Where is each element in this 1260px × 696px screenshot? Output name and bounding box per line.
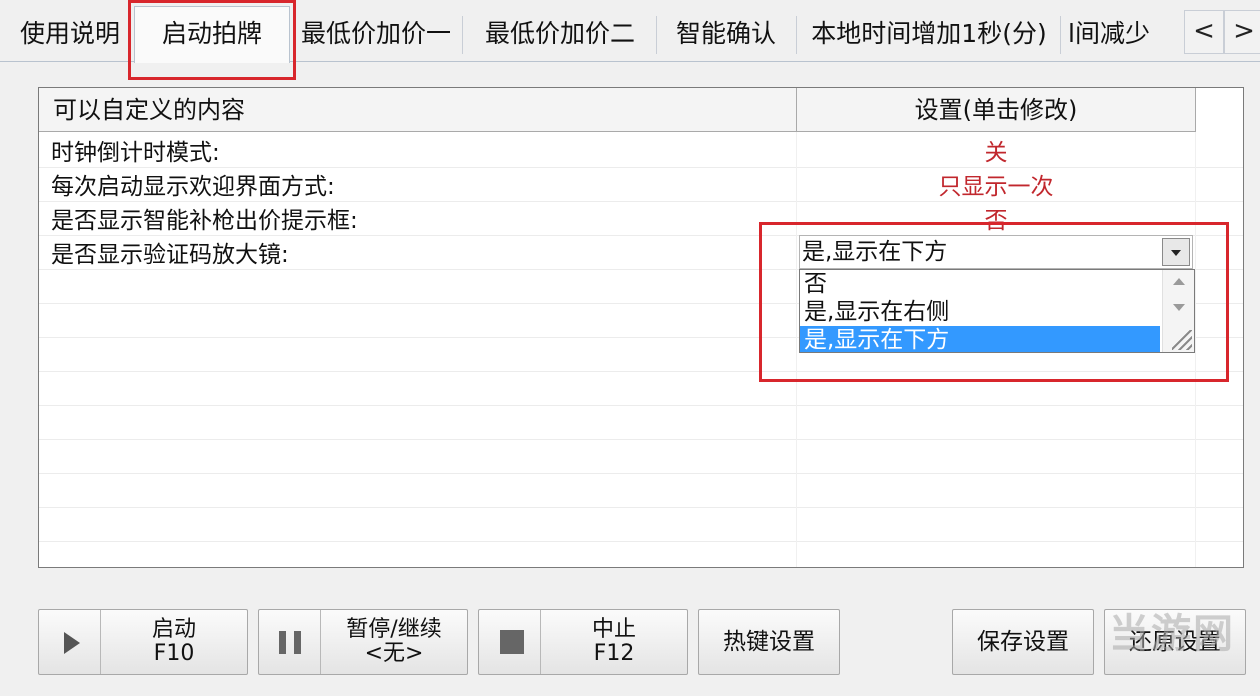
grid-line — [39, 439, 1243, 440]
tab-divider — [462, 16, 463, 54]
tab-divider — [796, 16, 797, 54]
resize-grip-icon[interactable] — [1172, 330, 1192, 350]
tab-local-time-add-second[interactable]: 本地时间增加1秒(分) — [806, 12, 1052, 56]
tab-smart-confirm[interactable]: 智能确认 — [664, 12, 788, 56]
scroll-up-icon[interactable] — [1173, 278, 1185, 285]
tab-time-decrease[interactable]: l间减少 — [1068, 12, 1168, 56]
button-icon-area — [39, 610, 101, 674]
setting-label-captcha-magnifier: 是否显示验证码放大镜: — [51, 242, 289, 268]
grid-line — [39, 541, 1243, 542]
dropdown-option-show-below[interactable]: 是,显示在下方 — [800, 326, 1160, 352]
settings-grid: 可以自定义的内容 设置(单击修改) 时钟倒计时模式: 关 每次启动显示欢迎界面方… — [38, 87, 1244, 568]
combobox-value: 是,显示在下方 — [802, 239, 948, 265]
column-divider[interactable] — [1195, 88, 1196, 132]
chevron-left-icon: < — [1193, 16, 1215, 46]
grid-line — [39, 507, 1243, 508]
grid-line — [39, 405, 1243, 406]
tab-min-price-increase-2[interactable]: 最低价加价二 — [472, 12, 648, 56]
start-button-label: 启动 F10 — [101, 618, 247, 666]
stop-button-text: 中止 — [591, 617, 636, 642]
tab-divider — [656, 16, 657, 54]
combobox-dropdown-list[interactable]: 否 是,显示在右侧 是,显示在下方 — [799, 269, 1195, 353]
hotkey-settings-label: 热键设置 — [723, 629, 815, 655]
grid-line — [1195, 132, 1196, 567]
start-button-text: 启动 — [151, 617, 196, 642]
tab-start-bidding[interactable]: 启动拍牌 — [134, 6, 290, 63]
pause-icon — [279, 631, 303, 654]
dropdown-option-show-right[interactable]: 是,显示在右侧 — [800, 298, 1160, 326]
chevron-right-icon: > — [1233, 16, 1255, 46]
tab-divider — [1060, 16, 1061, 54]
restore-settings-label: 还原设置 — [1129, 629, 1221, 655]
tab-scroll-left-button[interactable]: < — [1184, 10, 1224, 54]
button-icon-area — [479, 610, 541, 674]
save-settings-label: 保存设置 — [977, 629, 1069, 655]
tab-min-price-increase-1[interactable]: 最低价加价一 — [296, 12, 456, 56]
hotkey-settings-button[interactable]: 热键设置 — [698, 609, 840, 675]
grid-line — [39, 371, 1243, 372]
grid-header: 可以自定义的内容 设置(单击修改) — [39, 88, 1196, 132]
stop-button-hotkey: F12 — [593, 641, 635, 666]
play-icon — [64, 632, 80, 654]
pause-button-hotkey: <无> — [364, 641, 424, 666]
grid-line — [39, 473, 1243, 474]
setting-value-countdown-mode[interactable]: 关 — [797, 136, 1195, 170]
tab-bar: 使用说明 启动拍牌 最低价加价一 最低价加价二 智能确认 本地时间增加1秒(分)… — [0, 0, 1260, 63]
pause-button-label: 暂停/继续 <无> — [321, 618, 467, 666]
tab-instructions[interactable]: 使用说明 — [8, 12, 132, 56]
dropdown-option-no[interactable]: 否 — [800, 270, 1160, 298]
stop-button[interactable]: 中止 F12 — [478, 609, 688, 675]
column-header-content[interactable]: 可以自定义的内容 — [53, 88, 245, 132]
button-icon-area — [259, 610, 321, 674]
scroll-down-icon[interactable] — [1173, 304, 1185, 311]
stop-icon — [500, 630, 524, 654]
column-header-settings[interactable]: 设置(单击修改) — [797, 88, 1195, 132]
save-settings-button[interactable]: 保存设置 — [952, 609, 1094, 675]
setting-value-smart-bid-prompt[interactable]: 否 — [797, 204, 1195, 238]
stop-button-label: 中止 F12 — [541, 618, 687, 666]
setting-label-countdown-mode: 时钟倒计时模式: — [51, 140, 220, 166]
pause-button-text: 暂停/继续 — [346, 617, 442, 642]
setting-value-welcome-screen[interactable]: 只显示一次 — [797, 170, 1195, 204]
tab-scroll-right-button[interactable]: > — [1224, 10, 1260, 54]
pause-resume-button[interactable]: 暂停/继续 <无> — [258, 609, 468, 675]
captcha-magnifier-combobox[interactable]: 是,显示在下方 — [799, 235, 1193, 269]
setting-label-smart-bid-prompt: 是否显示智能补枪出价提示框: — [51, 208, 358, 234]
start-button-hotkey: F10 — [153, 641, 195, 666]
setting-label-welcome-screen: 每次启动显示欢迎界面方式: — [51, 174, 335, 200]
chevron-down-icon[interactable] — [1162, 238, 1190, 266]
start-button[interactable]: 启动 F10 — [38, 609, 248, 675]
restore-settings-button[interactable]: 还原设置 — [1104, 609, 1246, 675]
